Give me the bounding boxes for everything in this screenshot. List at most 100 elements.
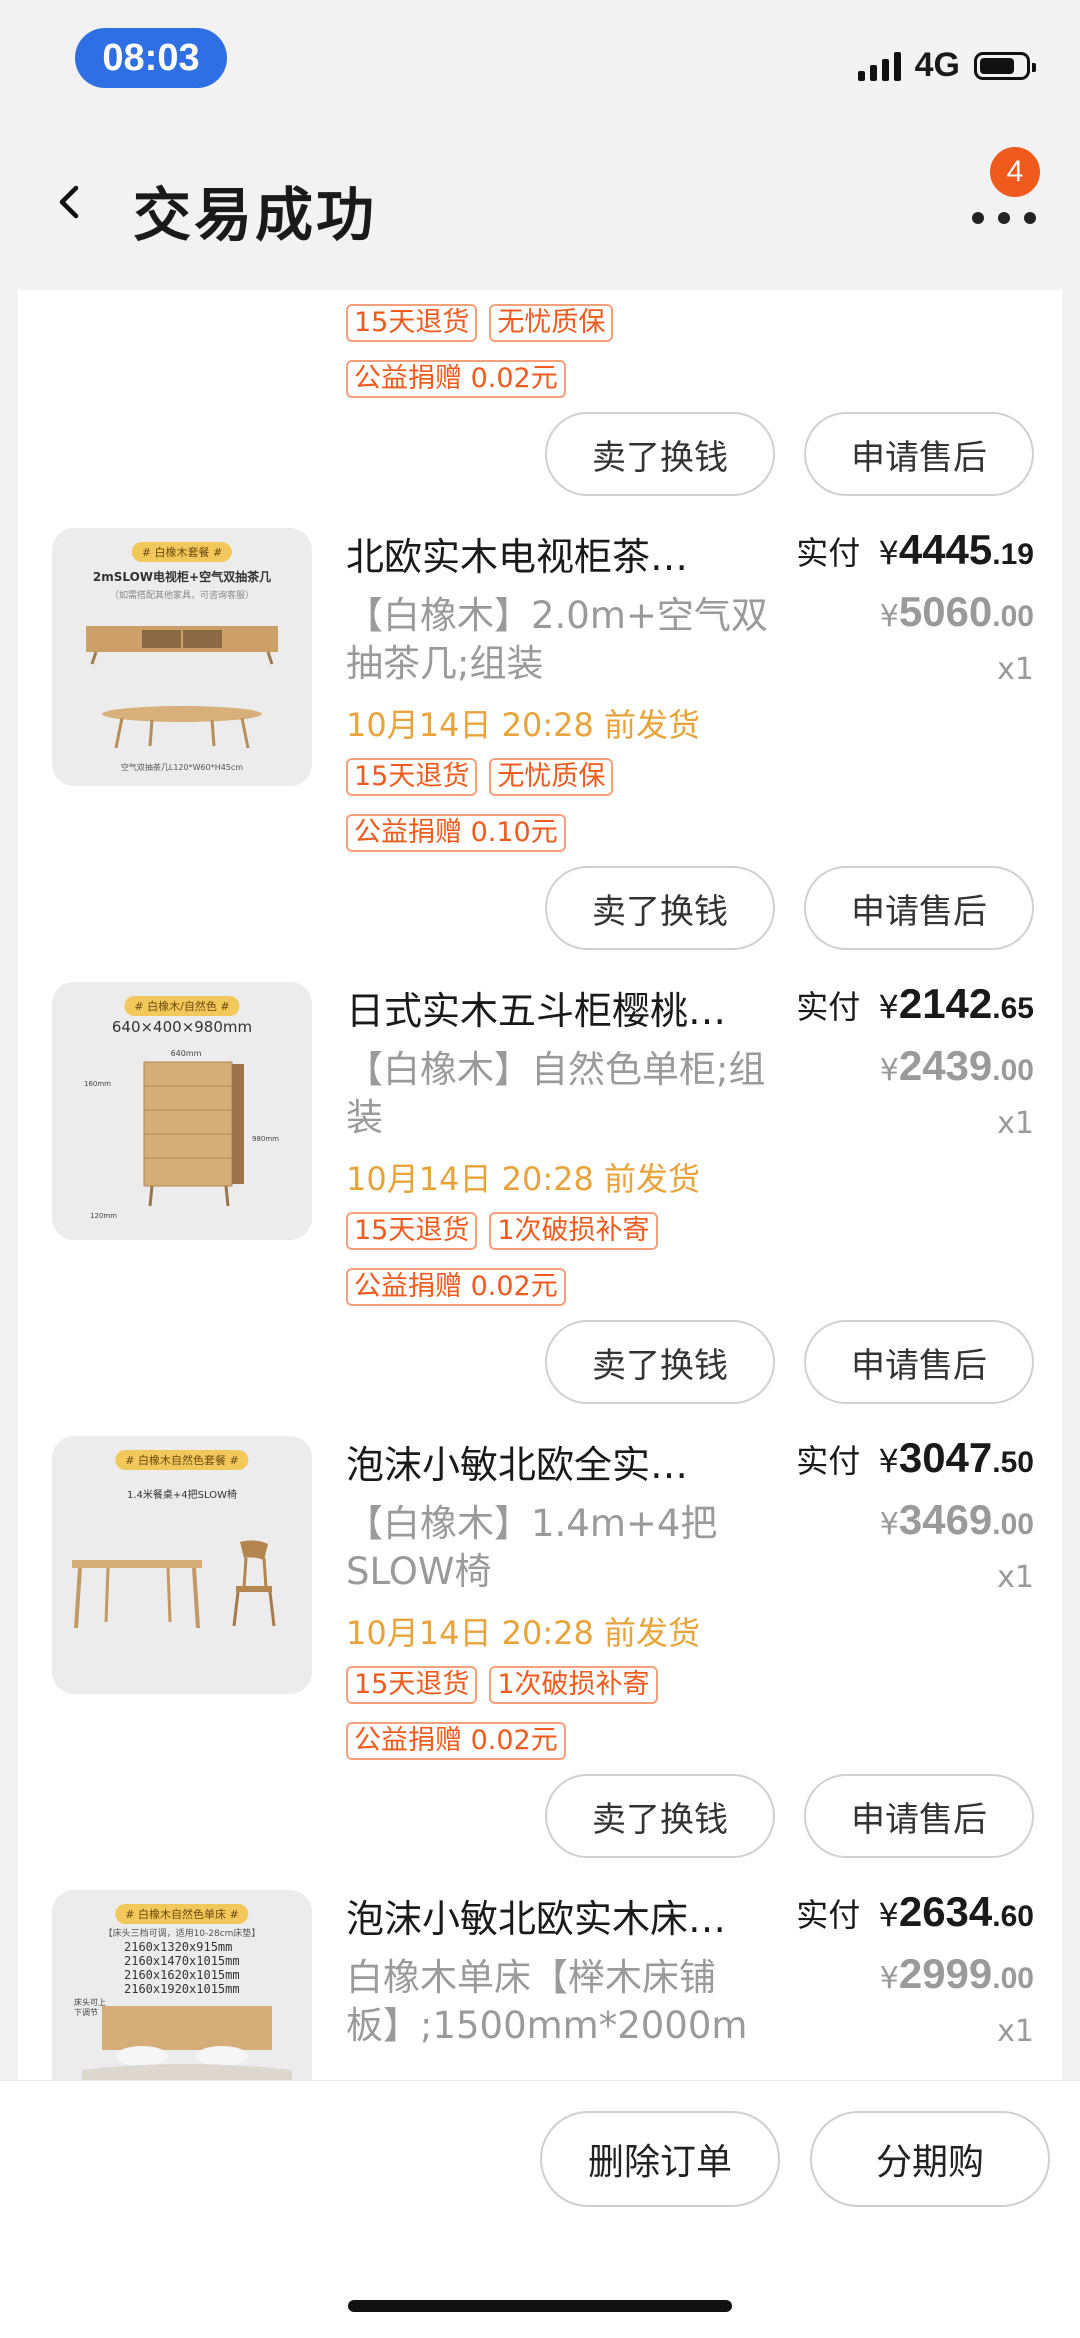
product-title[interactable]: 北欧实木电视柜茶… — [346, 526, 766, 581]
paid-label: 实付 — [796, 534, 861, 572]
nav-bar: 交易成功 — [0, 140, 1080, 270]
tag: 15天退货 — [346, 304, 478, 342]
product-title[interactable]: 泡沫小敏北欧全实… — [346, 1434, 766, 1489]
donation-tags: 公益捐赠 0.02元 — [346, 360, 566, 398]
battery-icon — [974, 51, 1036, 80]
tag: 无忧质保 — [489, 304, 614, 342]
tag: 无忧质保 — [489, 758, 614, 796]
donation-tag: 公益捐赠 0.02元 — [346, 360, 566, 398]
currency: ¥ — [878, 1896, 899, 1934]
paid-amount: 3047 — [898, 1434, 993, 1481]
aftersale-button[interactable]: 申请售后 — [804, 1774, 1034, 1858]
chevron-left-icon — [59, 185, 79, 219]
more-dots-icon — [972, 212, 984, 224]
paid-amount: 4445 — [898, 526, 993, 573]
tag: 1次破损补寄 — [489, 1666, 658, 1704]
original-amount: 5060 — [898, 588, 993, 635]
original-price: ¥2999.00 — [880, 1950, 1034, 1998]
home-indicator — [348, 2300, 732, 2312]
quantity: x1 — [997, 1106, 1034, 1141]
paid-decimal: .60 — [992, 1900, 1034, 1933]
signal-icon — [857, 51, 901, 81]
shipping-time: 10月14日 20:28 前发货 — [346, 1160, 701, 1198]
currency: ¥ — [879, 1053, 899, 1088]
aftersale-button[interactable]: 申请售后 — [804, 866, 1034, 950]
service-tags: 15天退货 1次破损补寄 — [346, 1666, 658, 1704]
service-tags: 15天退货 无忧质保 — [346, 304, 614, 342]
delete-order-button[interactable]: 删除订单 — [540, 2111, 780, 2207]
product-image[interactable]: # 白橡木自然色套餐 # 1.4米餐桌+4把SLOW椅 — [52, 1436, 312, 1694]
product-image[interactable]: # 白橡木自然色单床 # 【床头三档可调，适用10-28cm床垫】 2160x1… — [52, 1890, 312, 2080]
paid-price: 实付 ¥2142.65 — [796, 980, 1034, 1028]
shipping-time: 10月14日 20:28 前发货 — [346, 706, 701, 744]
shipping-time: 10月14日 20:28 前发货 — [346, 1614, 701, 1652]
currency: ¥ — [878, 534, 899, 572]
thumb-chip: # 白橡木套餐 # — [131, 542, 233, 562]
product-title[interactable]: 日式实木五斗柜樱桃… — [346, 980, 776, 1035]
product-spec: 【白橡木】自然色单柜;组装 — [346, 1048, 766, 1139]
quantity: x1 — [997, 1560, 1034, 1595]
donation-tags: 公益捐赠 0.02元 — [346, 1268, 566, 1306]
tag: 15天退货 — [346, 758, 478, 796]
size-option: 2160x1620x1015mm — [124, 1968, 240, 1982]
original-price: ¥2439.00 — [880, 1042, 1034, 1090]
paid-amount: 2142 — [898, 980, 993, 1027]
more-button[interactable] — [970, 190, 1040, 230]
sell-button[interactable]: 卖了换钱 — [545, 412, 775, 496]
currency: ¥ — [879, 1961, 899, 1996]
thumb-chip: # 白橡木自然色单床 # — [115, 1904, 249, 1924]
donation-tag: 公益捐赠 0.10元 — [346, 814, 566, 852]
size-option: 2160x1920x1015mm — [124, 1982, 240, 1996]
notification-badge: 4 — [990, 147, 1040, 197]
quantity: x1 — [997, 652, 1034, 687]
thumb-caption: 640×400×980mm — [111, 1018, 253, 1036]
width-label: 640mm — [171, 1049, 202, 1058]
product-image[interactable]: # 白橡木/自然色 # 640×400×980mm 640mm 160mm 98… — [52, 982, 312, 1240]
paid-price: 实付 ¥4445.19 — [796, 526, 1034, 574]
thumb-footnote: 空气双抽茶几L120*W60*H45cm — [120, 763, 244, 772]
tag: 1次破损补寄 — [489, 1212, 658, 1250]
paid-label: 实付 — [796, 988, 861, 1026]
height-label: 160mm — [84, 1080, 111, 1088]
thumb-chip: # 白橡木自然色套餐 # — [115, 1450, 249, 1470]
paid-label: 实付 — [796, 1896, 861, 1934]
paid-decimal: .19 — [992, 538, 1034, 571]
thumb-caption: 2mSLOW电视柜+空气双抽茶几 — [92, 570, 272, 584]
original-decimal: .00 — [992, 1962, 1034, 1995]
quantity: x1 — [997, 2014, 1034, 2049]
product-image[interactable]: # 白橡木套餐 # 2mSLOW电视柜+空气双抽茶几 （如需搭配其他家具，可咨询… — [52, 528, 312, 786]
original-amount: 2439 — [898, 1042, 993, 1089]
currency: ¥ — [878, 988, 899, 1026]
height-label: 980mm — [252, 1135, 279, 1143]
more-dot — [998, 212, 1010, 224]
paid-decimal: .50 — [992, 1446, 1034, 1479]
sell-button[interactable]: 卖了换钱 — [545, 866, 775, 950]
product-title[interactable]: 泡沫小敏北欧实木床… — [346, 1888, 776, 1943]
height-label: 120mm — [90, 1212, 117, 1220]
aftersale-button[interactable]: 申请售后 — [804, 412, 1034, 496]
paid-price: 实付 ¥2634.60 — [796, 1888, 1034, 1936]
original-decimal: .00 — [992, 1508, 1034, 1541]
original-decimal: .00 — [992, 1054, 1034, 1087]
back-button[interactable] — [40, 172, 100, 232]
currency: ¥ — [879, 1507, 899, 1542]
thumb-caption: 1.4米餐桌+4把SLOW椅 — [127, 1490, 237, 1501]
thumb-chip: # 白橡木/自然色 # — [124, 996, 240, 1016]
currency: ¥ — [879, 599, 899, 634]
sell-button[interactable]: 卖了换钱 — [545, 1320, 775, 1404]
paid-label: 实付 — [796, 1442, 861, 1480]
original-amount: 3469 — [898, 1496, 993, 1543]
installment-button[interactable]: 分期购 — [810, 2111, 1050, 2207]
sell-button[interactable]: 卖了换钱 — [545, 1774, 775, 1858]
page-title: 交易成功 — [133, 181, 378, 249]
paid-amount: 2634 — [898, 1888, 993, 1935]
status-icons: 4G — [857, 46, 1036, 85]
product-spec: 白橡木单床【榉木床铺板】;1500mm*2000m — [346, 1956, 748, 2047]
service-tags: 15天退货 1次破损补寄 — [346, 1212, 658, 1250]
product-spec: 【白橡木】2.0m+空气双抽茶几;组装 — [346, 594, 768, 685]
tv-cabinet-illustration — [86, 626, 278, 749]
aftersale-button[interactable]: 申请售后 — [804, 1320, 1034, 1404]
original-decimal: .00 — [992, 600, 1034, 633]
currency: ¥ — [878, 1442, 899, 1480]
order-items-card: 15天退货 无忧质保 公益捐赠 0.02元 卖了换钱 申请售后 # 白橡木套餐 … — [18, 290, 1062, 2080]
